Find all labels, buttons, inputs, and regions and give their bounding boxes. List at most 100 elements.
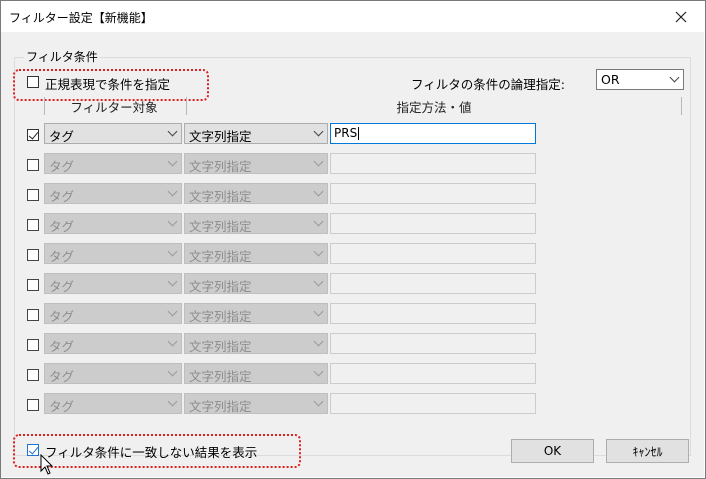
regex-label: 正規表現で条件を指定 [45,77,171,92]
chevron-down-icon [669,72,680,83]
row-3-checkbox[interactable] [27,189,39,201]
row-7-target-value: タグ [49,309,75,324]
row-5-target-select[interactable]: タグ [44,243,182,264]
row-7-target-select[interactable]: タグ [44,303,182,324]
column-header-method: 指定方法・値 [396,99,472,115]
row-10-target-value: タグ [49,399,75,414]
mouse-cursor-icon [40,454,54,475]
column-separator [681,97,682,115]
chevron-down-icon [313,306,324,317]
row-3-method-select[interactable]: 文字列指定 [184,183,328,204]
row-5-checkbox[interactable] [27,249,39,261]
row-4-target-value: タグ [49,219,75,234]
row-3-target-value: タグ [49,189,75,204]
row-9-value-input[interactable] [330,363,536,384]
chevron-down-icon [313,156,324,167]
row-3-value-input[interactable] [330,183,536,204]
chevron-down-icon [313,186,324,197]
chevron-down-icon [167,366,178,377]
chevron-down-icon [167,126,178,137]
row-10-method-value: 文字列指定 [189,399,252,414]
row-5-method-select[interactable]: 文字列指定 [184,243,328,264]
chevron-down-icon [313,336,324,347]
row-2-checkbox[interactable] [27,159,39,171]
row-5-value-input[interactable] [330,243,536,264]
row-3-method-value: 文字列指定 [189,189,252,204]
chevron-down-icon [313,126,324,137]
row-6-method-select[interactable]: 文字列指定 [184,273,328,294]
row-7-method-value: 文字列指定 [189,309,252,324]
row-4-target-select[interactable]: タグ [44,213,182,234]
row-9-method-value: 文字列指定 [189,369,252,384]
chevron-down-icon [313,216,324,227]
row-8-method-value: 文字列指定 [189,339,252,354]
column-header-target: フィルター対象 [70,99,158,115]
row-1-target-select[interactable]: タグ [44,123,182,144]
regex-checkbox[interactable] [27,76,39,88]
row-9-method-select[interactable]: 文字列指定 [184,363,328,384]
show-unmatched-label: フィルタ条件に一致しない結果を表示 [45,445,258,460]
chevron-down-icon [313,396,324,407]
row-10-value-input[interactable] [330,393,536,414]
row-6-method-value: 文字列指定 [189,279,252,294]
row-6-value-input[interactable] [330,273,536,294]
close-icon [675,11,687,23]
row-6-target-value: タグ [49,279,75,294]
row-9-target-select[interactable]: タグ [44,363,182,384]
row-8-method-select[interactable]: 文字列指定 [184,333,328,354]
row-2-method-value: 文字列指定 [189,159,252,174]
row-8-value-input[interactable] [330,333,536,354]
row-2-target-select[interactable]: タグ [44,153,182,174]
logic-select[interactable]: OR [596,69,684,90]
logic-select-value: OR [601,72,620,87]
row-1-value-input[interactable]: PRS [330,123,536,144]
row-1-target-value: タグ [49,129,75,144]
row-3-target-select[interactable]: タグ [44,183,182,204]
chevron-down-icon [313,246,324,257]
row-6-checkbox[interactable] [27,279,39,291]
cancel-button[interactable]: ｷｬﾝｾﾙ [606,439,689,463]
group-legend: フィルタ条件 [24,48,100,65]
row-7-value-input[interactable] [330,303,536,324]
row-1-method-value: 文字列指定 [189,129,252,144]
row-9-checkbox[interactable] [27,369,39,381]
row-10-checkbox[interactable] [27,399,39,411]
row-7-method-select[interactable]: 文字列指定 [184,303,328,324]
show-unmatched-checkbox[interactable] [27,444,39,456]
close-button[interactable] [661,3,701,31]
row-8-target-select[interactable]: タグ [44,333,182,354]
row-4-value-input[interactable] [330,213,536,234]
text-caret [358,127,360,140]
row-1-method-select[interactable]: 文字列指定 [184,123,328,144]
row-6-target-select[interactable]: タグ [44,273,182,294]
row-1-checkbox[interactable] [27,129,39,141]
row-2-value-input[interactable] [330,153,536,174]
chevron-down-icon [167,186,178,197]
row-4-method-select[interactable]: 文字列指定 [184,213,328,234]
row-10-method-select[interactable]: 文字列指定 [184,393,328,414]
chevron-down-icon [167,246,178,257]
title-bar: フィルター設定【新機能】 [1,1,705,33]
row-8-checkbox[interactable] [27,339,39,351]
chevron-down-icon [167,396,178,407]
chevron-down-icon [313,366,324,377]
row-7-checkbox[interactable] [27,309,39,321]
row-2-method-select[interactable]: 文字列指定 [184,153,328,174]
row-5-target-value: タグ [49,249,75,264]
row-4-method-value: 文字列指定 [189,219,252,234]
window-title: フィルター設定【新機能】 [9,11,153,25]
chevron-down-icon [167,306,178,317]
row-4-checkbox[interactable] [27,219,39,231]
ok-button[interactable]: OK [511,439,594,463]
row-1-value-text: PRS [334,126,358,140]
chevron-down-icon [167,156,178,167]
row-8-target-value: タグ [49,339,75,354]
row-2-target-value: タグ [49,159,75,174]
chevron-down-icon [167,336,178,347]
chevron-down-icon [313,276,324,287]
row-10-target-select[interactable]: タグ [44,393,182,414]
logic-label: フィルタの条件の論理指定: [411,77,565,92]
row-5-method-value: 文字列指定 [189,249,252,264]
chevron-down-icon [167,276,178,287]
chevron-down-icon [167,216,178,227]
